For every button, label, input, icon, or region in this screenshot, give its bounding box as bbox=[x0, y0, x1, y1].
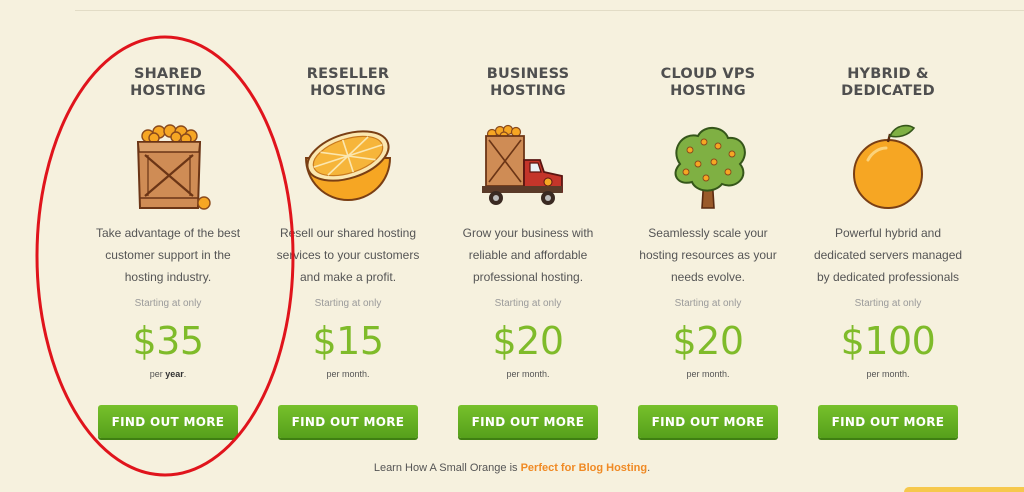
plan-description-line: hosting industry. bbox=[124, 270, 212, 284]
plan-description: Take advantage of the best customer supp… bbox=[84, 222, 252, 288]
plan-title-line: CLOUD VPS bbox=[660, 66, 756, 82]
plan-description: Powerful hybrid and dedicated servers ma… bbox=[804, 222, 972, 288]
plan-title: HYBRID & DEDICATED bbox=[798, 66, 978, 100]
starting-label: Starting at only bbox=[314, 298, 382, 309]
find-out-more-button-reseller[interactable]: FIND OUT MORE bbox=[278, 405, 418, 438]
plan-title-line: SHARED bbox=[133, 66, 203, 82]
plan-description-line: Grow your business with bbox=[462, 226, 594, 240]
plan-price: $20 bbox=[492, 319, 564, 363]
starting-label: Starting at only bbox=[674, 298, 742, 309]
billing-period-prefix: per month. bbox=[686, 369, 730, 379]
billing-period: per month. bbox=[798, 369, 978, 379]
find-out-more-button-cloud-vps[interactable]: FIND OUT MORE bbox=[638, 405, 778, 438]
billing-period-prefix: per bbox=[149, 369, 166, 379]
plan-description: Resell our shared hosting services to yo… bbox=[264, 222, 432, 288]
billing-period-prefix: per month. bbox=[866, 369, 910, 379]
plan-description-line: Seamlessly scale your bbox=[648, 226, 768, 240]
plan-title-line: HOSTING bbox=[670, 83, 746, 99]
plan-description-line: by dedicated professionals bbox=[816, 270, 960, 284]
plan-price: $20 bbox=[672, 319, 744, 363]
blog-hosting-link[interactable]: Perfect for Blog Hosting bbox=[521, 462, 648, 474]
blog-hosting-footer: Learn How A Small Orange is Perfect for … bbox=[0, 462, 1024, 474]
plan-title: SHARED HOSTING bbox=[78, 66, 258, 100]
billing-period-suffix: . bbox=[183, 369, 187, 379]
plan-title-line: RESELLER bbox=[306, 66, 390, 82]
plan-card-shared: SHARED HOSTING Take advantage of the bes… bbox=[78, 64, 258, 444]
plan-title-line: HOSTING bbox=[130, 83, 206, 99]
billing-period: per month. bbox=[618, 369, 798, 379]
plan-title-line: HOSTING bbox=[310, 83, 386, 99]
plan-description-line: dedicated servers managed bbox=[813, 248, 963, 262]
find-out-more-button-business[interactable]: FIND OUT MORE bbox=[458, 405, 598, 438]
corner-tab bbox=[904, 487, 1024, 492]
footer-text: Learn How A Small Orange is bbox=[373, 462, 521, 474]
starting-label: Starting at only bbox=[134, 298, 202, 309]
plan-title: BUSINESS HOSTING bbox=[438, 66, 618, 100]
plan-description-line: Powerful hybrid and bbox=[834, 226, 942, 240]
plan-card-hybrid-dedicated: HYBRID & DEDICATED Powerful hybrid and d… bbox=[798, 64, 978, 444]
plan-description-line: services to your customers bbox=[276, 248, 420, 262]
plan-description-line: Take advantage of the best bbox=[95, 226, 241, 240]
crate-of-oranges-icon bbox=[136, 124, 211, 210]
billing-period-prefix: per month. bbox=[506, 369, 550, 379]
plan-card-reseller: RESELLER HOSTING Resell our shared hosti… bbox=[258, 64, 438, 444]
plan-price: $100 bbox=[840, 319, 936, 363]
plan-title: CLOUD VPS HOSTING bbox=[618, 66, 798, 100]
plan-description-line: and make a profit. bbox=[299, 270, 397, 284]
plan-description: Grow your business with reliable and aff… bbox=[444, 222, 612, 288]
orange-half-icon bbox=[304, 130, 392, 201]
orange-tree-icon bbox=[674, 127, 746, 209]
plan-description-line: professional hosting. bbox=[472, 270, 584, 284]
starting-label: Starting at only bbox=[854, 298, 922, 309]
plan-title-line: HOSTING bbox=[490, 83, 566, 99]
plan-description-line: customer support in the bbox=[105, 248, 231, 262]
plan-card-business: BUSINESS HOSTING Grow your business with… bbox=[438, 64, 618, 444]
plan-title-line: DEDICATED bbox=[841, 83, 935, 99]
billing-period-unit: year bbox=[165, 369, 184, 379]
plan-description-line: hosting resources as your bbox=[639, 248, 777, 262]
billing-period: per month. bbox=[438, 369, 618, 379]
plan-price: $35 bbox=[132, 319, 204, 363]
plan-description-line: Resell our shared hosting bbox=[279, 226, 417, 240]
plans-row: SHARED HOSTING Take advantage of the bes… bbox=[78, 64, 978, 444]
plan-title-line: HYBRID & bbox=[847, 66, 929, 82]
whole-orange-icon bbox=[853, 124, 923, 209]
plan-description-line: needs evolve. bbox=[670, 270, 746, 284]
plan-title: RESELLER HOSTING bbox=[258, 66, 438, 100]
find-out-more-button-shared[interactable]: FIND OUT MORE bbox=[98, 405, 238, 438]
plan-title-line: BUSINESS bbox=[486, 66, 570, 82]
delivery-truck-icon bbox=[482, 124, 563, 205]
top-divider bbox=[75, 10, 1024, 11]
billing-period: per month. bbox=[258, 369, 438, 379]
plan-card-cloud-vps: CLOUD VPS HOSTING Seamlessly scale your … bbox=[618, 64, 798, 444]
billing-period-prefix: per month. bbox=[326, 369, 370, 379]
footer-text-end: . bbox=[647, 462, 651, 474]
plan-description-line: reliable and affordable bbox=[468, 248, 588, 262]
plan-description: Seamlessly scale your hosting resources … bbox=[624, 222, 792, 288]
plan-price: $15 bbox=[312, 319, 384, 363]
billing-period: per year. bbox=[78, 369, 258, 379]
starting-label: Starting at only bbox=[494, 298, 562, 309]
find-out-more-button-hybrid-dedicated[interactable]: FIND OUT MORE bbox=[818, 405, 958, 438]
